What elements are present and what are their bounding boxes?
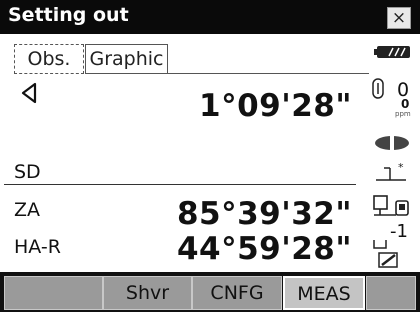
softkey-1[interactable] xyxy=(4,276,103,310)
divider xyxy=(4,184,356,185)
meas-button[interactable]: MEAS xyxy=(283,276,365,310)
ha-r-label: HA-R xyxy=(14,236,61,258)
cnfg-button[interactable]: CNFG xyxy=(192,276,282,310)
close-button[interactable]: × xyxy=(387,7,411,29)
target-constant-value: -1 xyxy=(390,221,408,242)
tab-graphic[interactable]: Graphic xyxy=(85,44,168,74)
sd-label: SD xyxy=(14,161,41,183)
tab-underline xyxy=(168,73,369,74)
prism-icon xyxy=(373,195,409,216)
ppm-icon xyxy=(372,78,384,99)
ppm-sub-value: 0 xyxy=(401,97,410,111)
softkey-5[interactable] xyxy=(366,276,416,310)
ha-r-value: 44°59'28" xyxy=(176,231,352,267)
ppm-unit: ppm xyxy=(395,110,411,118)
battery-icon xyxy=(374,46,410,58)
level-icon: * xyxy=(376,161,406,181)
za-value: 85°39'32" xyxy=(176,196,352,232)
shvr-button[interactable]: Shvr xyxy=(103,276,192,310)
direction-value: 1°09'28" xyxy=(199,88,352,124)
arrow-left-icon xyxy=(21,82,37,104)
edit-icon xyxy=(378,252,398,268)
tab-obs[interactable]: Obs. xyxy=(14,44,84,74)
laser-icon xyxy=(375,135,409,151)
target-constant-icon xyxy=(373,240,387,249)
svg-text:*: * xyxy=(398,161,404,174)
za-label: ZA xyxy=(14,199,41,221)
window-title: Setting out xyxy=(8,4,129,26)
title-bar: Setting out × xyxy=(0,0,420,34)
